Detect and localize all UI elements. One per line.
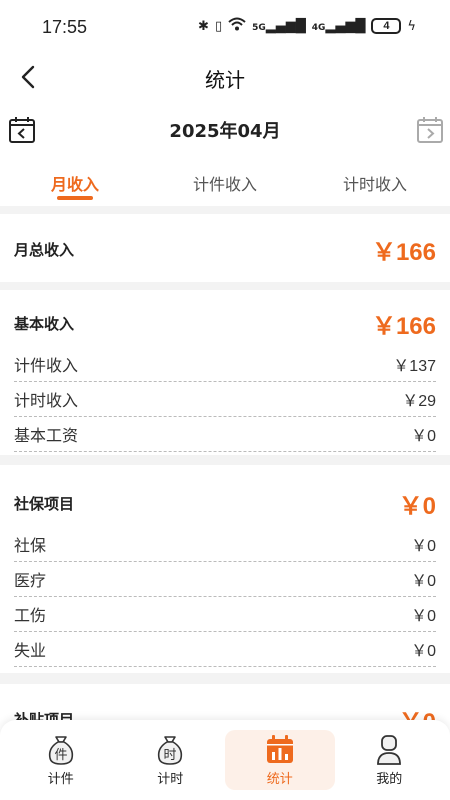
- tab-monthly-income[interactable]: 月收入: [0, 156, 150, 206]
- social-insurance-title: 社保项目: [14, 495, 75, 513]
- signal-5g-label: 5G: [252, 22, 266, 33]
- social-insurance-header: 社保项目 ￥0: [14, 486, 436, 521]
- tabbar-label: 我的: [376, 772, 403, 787]
- list-item: 失业 ￥0: [14, 632, 436, 667]
- piecework-bag-icon: 件: [48, 736, 73, 765]
- signal-4g-icon: 4G▂▄▆█: [311, 18, 366, 34]
- monthly-total-value: ￥166: [371, 239, 436, 266]
- page-title: 统计: [205, 68, 245, 92]
- item-label: 医疗: [14, 571, 47, 590]
- list-item: 计件收入 ￥137: [14, 347, 436, 382]
- month-selector: 2025年04月: [0, 102, 450, 156]
- tabbar-item-piecework[interactable]: 件 计件: [6, 730, 116, 790]
- timework-glyph: 时: [164, 748, 177, 763]
- nav-bar: 统计: [0, 52, 450, 102]
- item-label: 失业: [14, 641, 47, 660]
- social-insurance-card: 社保项目 ￥0 社保 ￥0 医疗 ￥0 工伤 ￥0 失业 ￥0: [0, 465, 450, 673]
- tab-timework-income[interactable]: 计时收入: [300, 156, 450, 206]
- bluetooth-icon: ✱: [198, 18, 209, 34]
- next-month-calendar-icon[interactable]: [416, 116, 444, 144]
- user-profile-icon: [377, 735, 402, 765]
- item-label: 计时收入: [14, 391, 79, 410]
- item-value: ￥0: [411, 573, 436, 590]
- list-item: 计时收入 ￥29: [14, 382, 436, 417]
- signal-5g-icon: 5G▂▄▆█: [252, 18, 306, 34]
- item-label: 工伤: [14, 606, 47, 625]
- vibrate-icon: ▯: [214, 18, 223, 34]
- item-label: 基本工资: [14, 426, 79, 445]
- tab-label: 计件收入: [192, 175, 257, 194]
- tabbar-label: 统计: [266, 772, 293, 787]
- wifi-icon: [228, 17, 246, 35]
- status-icons: ✱ ▯ 5G▂▄▆█ 4G▂▄▆█ 4 ϟ: [198, 17, 416, 35]
- basic-income-card: 基本收入 ￥166 计件收入 ￥137 计时收入 ￥29 基本工资 ￥0: [0, 290, 450, 455]
- item-value: ￥0: [411, 538, 436, 555]
- status-bar: 17:55 ✱ ▯ 5G▂▄▆█ 4G▂▄▆█ 4 ϟ: [0, 0, 450, 52]
- active-tab-indicator: [57, 196, 93, 200]
- basic-income-title: 基本收入: [14, 315, 75, 333]
- status-time: 17:55: [42, 17, 88, 37]
- basic-income-total: ￥166: [371, 313, 436, 340]
- tabbar-item-statistics[interactable]: 统计: [225, 730, 335, 790]
- monthly-total-label: 月总收入: [14, 241, 75, 259]
- social-insurance-total: ￥0: [398, 493, 436, 520]
- signal-4g-label: 4G: [311, 22, 326, 33]
- tab-piecework-income[interactable]: 计件收入: [150, 156, 300, 206]
- charging-icon: ϟ: [407, 18, 416, 34]
- item-value: ￥0: [411, 608, 436, 625]
- income-tabs: 月收入 计件收入 计时收入: [0, 156, 450, 206]
- list-item: 工伤 ￥0: [14, 597, 436, 632]
- tabbar-item-timework[interactable]: 时 计时: [116, 730, 226, 790]
- tabbar-item-profile[interactable]: 我的: [335, 730, 445, 790]
- list-item: 社保 ￥0: [14, 527, 436, 562]
- tabbar-label: 计时: [157, 772, 184, 787]
- list-item: 基本工资 ￥0: [14, 417, 436, 452]
- item-value: ￥0: [411, 643, 436, 660]
- item-value: ￥29: [402, 393, 436, 410]
- bottom-tab-bar: 件 计件 时 计时 统计 我的: [0, 720, 450, 800]
- statistics-calendar-icon: [266, 735, 293, 763]
- item-value: ￥137: [393, 358, 436, 375]
- tab-label: 月收入: [50, 175, 99, 194]
- monthly-total-card: 月总收入 ￥166: [0, 214, 450, 282]
- basic-income-header: 基本收入 ￥166: [14, 306, 436, 341]
- current-month[interactable]: 2025年04月: [0, 117, 450, 143]
- item-label: 社保: [14, 536, 47, 555]
- list-item: 医疗 ￥0: [14, 562, 436, 597]
- item-label: 计件收入: [14, 356, 79, 375]
- tabbar-label: 计件: [47, 772, 74, 787]
- timework-bag-icon: 时: [158, 736, 183, 765]
- piecework-glyph: 件: [54, 748, 67, 763]
- battery-icon: 4: [371, 18, 402, 34]
- tab-label: 计时收入: [342, 175, 407, 194]
- item-value: ￥0: [411, 428, 436, 445]
